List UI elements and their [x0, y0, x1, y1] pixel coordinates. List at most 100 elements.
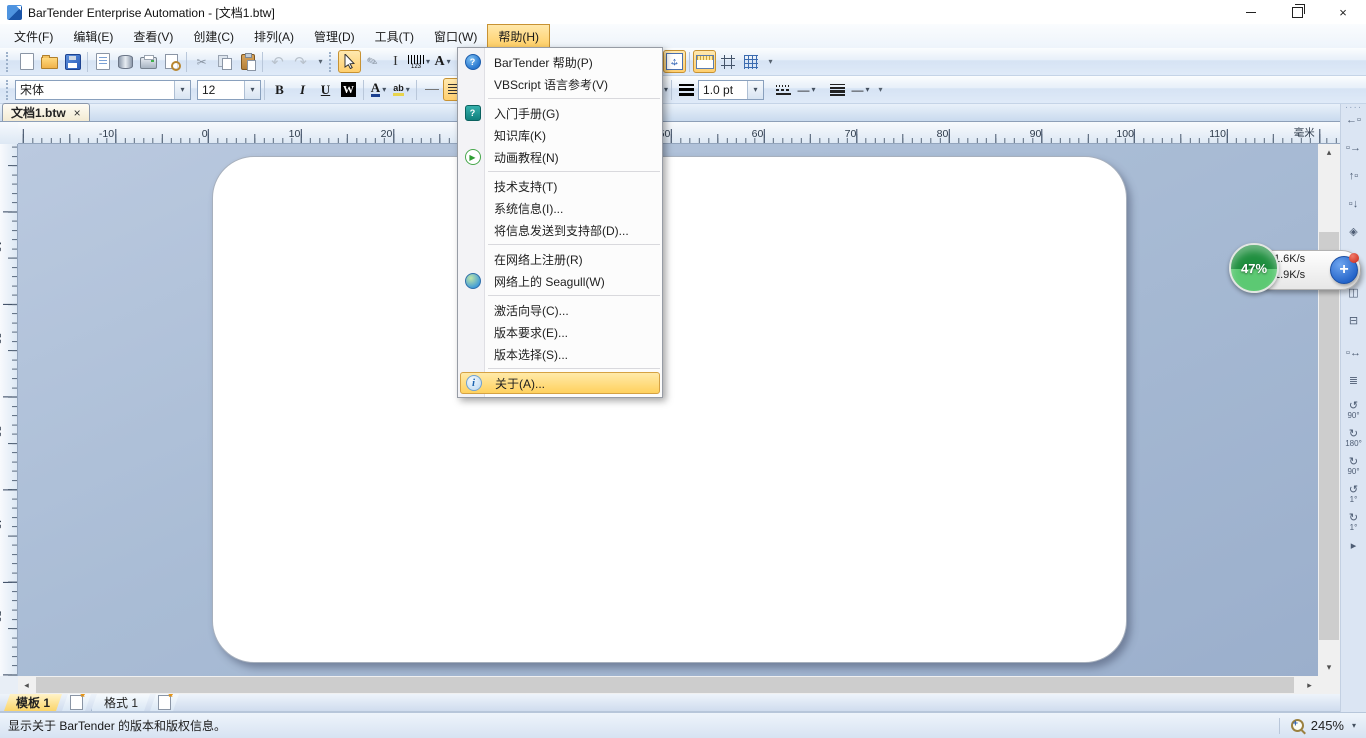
pan-zoom-button[interactable]: ↔↕	[663, 50, 686, 73]
new-template-button[interactable]	[62, 694, 91, 711]
create-text-button[interactable]: A▾	[431, 50, 454, 73]
dash-style-value-button[interactable]: —▾	[795, 78, 818, 101]
close-tab-icon[interactable]: ×	[74, 106, 81, 120]
help-system-information[interactable]: 系统信息(I)...	[460, 197, 660, 219]
save-button[interactable]	[61, 50, 84, 73]
toggle-grid-button[interactable]	[739, 50, 762, 73]
select-tool-button[interactable]	[338, 50, 361, 73]
dash-style-button[interactable]	[772, 78, 795, 101]
restore-button[interactable]	[1274, 0, 1320, 24]
align-right-button[interactable]: ▫→	[1342, 142, 1365, 154]
scroll-left-icon[interactable]: ◂	[18, 676, 35, 694]
inverse-button[interactable]: W	[337, 78, 360, 101]
new-document-button[interactable]	[15, 50, 38, 73]
toggle-crop-marks-button[interactable]	[716, 50, 739, 73]
memory-gauge[interactable]: 47%	[1229, 243, 1279, 293]
new-form-button[interactable]	[150, 694, 179, 711]
center-horizontal-button[interactable]: ◈	[1342, 226, 1365, 238]
horizontal-scroll-thumb[interactable]	[36, 677, 1294, 693]
align-left-button[interactable]: ←▫	[1342, 114, 1365, 126]
redo-button[interactable]: ↷	[289, 50, 312, 73]
design-canvas[interactable]	[18, 144, 1318, 676]
tab-document1[interactable]: 文档1.btw ×	[2, 103, 90, 121]
page-setup-button[interactable]	[91, 50, 114, 73]
toggle-rulers-button[interactable]	[693, 50, 716, 73]
print-button[interactable]	[137, 50, 160, 73]
paste-button[interactable]	[236, 50, 259, 73]
distribute-horizontal-button[interactable]: ▫↔	[1342, 347, 1365, 359]
help-send-info-to-support[interactable]: 将信息发送到支持部(D)...	[460, 219, 660, 241]
italic-button[interactable]: I	[291, 78, 314, 101]
help-register-online[interactable]: 在网络上注册(R)	[460, 248, 660, 270]
line-button[interactable]	[420, 78, 443, 101]
help-knowledge-base[interactable]: 知识库(K)	[460, 124, 660, 146]
toolbar-grip[interactable]	[6, 52, 11, 72]
vertical-scrollbar[interactable]: ▴ ▾	[1318, 144, 1340, 676]
rotate-90-cw-button[interactable]: ↻ 90°	[1342, 456, 1365, 476]
menu-view[interactable]: 查看(V)	[123, 24, 183, 48]
rotate-1-cw-button[interactable]: ↻ 1°	[1342, 512, 1365, 532]
help-bartender-help[interactable]: ? BarTender 帮助(P)	[460, 51, 660, 73]
font-color-button[interactable]: A▾	[367, 78, 390, 101]
help-activation-wizard[interactable]: 激活向导(C)...	[460, 299, 660, 321]
open-button[interactable]	[38, 50, 61, 73]
toolbar-overflow-button[interactable]: ▾	[874, 79, 887, 101]
help-seagull-on-web[interactable]: 网络上的 Seagull(W)	[460, 270, 660, 292]
line-weight-button[interactable]	[675, 78, 698, 101]
help-edition-requirements[interactable]: 版本要求(E)...	[460, 321, 660, 343]
help-edition-selection[interactable]: 版本选择(S)...	[460, 343, 660, 365]
close-button[interactable]: ×	[1320, 0, 1366, 24]
label-template[interactable]	[212, 156, 1127, 663]
line-pattern-button[interactable]	[826, 78, 849, 101]
rail-grip[interactable]: ····	[1342, 104, 1365, 112]
font-size-combo[interactable]: 12 ▾	[197, 80, 261, 100]
format-painter-button[interactable]: ✎	[361, 50, 384, 73]
create-barcode-button[interactable]: 123▾	[407, 50, 431, 73]
rotate-180-button[interactable]: ↻ 180°	[1342, 428, 1365, 448]
print-preview-button[interactable]	[160, 50, 183, 73]
highlight-color-button[interactable]: ab▾	[390, 78, 413, 101]
distribute-vertical-button[interactable]: ≣	[1342, 375, 1365, 387]
help-technical-support[interactable]: 技术支持(T)	[460, 175, 660, 197]
scroll-right-icon[interactable]: ▸	[1301, 676, 1318, 694]
toolbar-overflow-button[interactable]: ▾	[314, 51, 327, 73]
help-vbscript-reference[interactable]: VBScript 语言参考(V)	[460, 73, 660, 95]
menu-window[interactable]: 窗口(W)	[424, 24, 487, 48]
toolbar-grip[interactable]	[329, 52, 334, 72]
vertical-scroll-thumb[interactable]	[1319, 232, 1339, 640]
minimize-button[interactable]	[1228, 0, 1274, 24]
text-cursor-tool-button[interactable]: I	[384, 50, 407, 73]
rotate-90-ccw-button[interactable]: ↺ 90°	[1342, 400, 1365, 420]
help-getting-started[interactable]: ? 入门手册(G)	[460, 102, 660, 124]
undo-button[interactable]: ↶	[266, 50, 289, 73]
underline-button[interactable]: U	[314, 78, 337, 101]
help-animated-tutorials[interactable]: ▶ 动画教程(N)	[460, 146, 660, 168]
scroll-up-icon[interactable]: ▴	[1318, 144, 1340, 161]
tab-format-1[interactable]: 格式 1	[91, 694, 150, 711]
help-about[interactable]: i 关于(A)...	[460, 372, 660, 394]
align-bottom-button[interactable]: ▫↓	[1342, 198, 1365, 210]
cut-button[interactable]: ✂	[190, 50, 213, 73]
database-setup-button[interactable]	[114, 50, 137, 73]
expand-toolbar-button[interactable]: ▸	[1342, 540, 1365, 552]
menu-arrange[interactable]: 排列(A)	[244, 24, 304, 48]
menu-administer[interactable]: 管理(D)	[304, 24, 365, 48]
menu-file[interactable]: 文件(F)	[4, 24, 63, 48]
line-pattern-value-button[interactable]: —▾	[849, 78, 872, 101]
menu-create[interactable]: 创建(C)	[183, 24, 244, 48]
zoom-control[interactable]: 245% ▾	[1279, 718, 1356, 734]
font-name-combo[interactable]: 宋体 ▾	[15, 80, 191, 100]
toolbar-grip[interactable]	[6, 80, 11, 100]
rotate-1-ccw-button[interactable]: ↺ 1°	[1342, 484, 1365, 504]
tab-template-1[interactable]: 模板 1	[4, 694, 62, 711]
menu-tools[interactable]: 工具(T)	[365, 24, 424, 48]
center-in-template-v-button[interactable]: ⊟	[1342, 315, 1365, 327]
scroll-down-icon[interactable]: ▾	[1318, 659, 1340, 676]
copy-button[interactable]	[213, 50, 236, 73]
line-weight-combo[interactable]: 1.0 pt ▾	[698, 80, 764, 100]
toolbar-overflow-button[interactable]: ▾	[764, 51, 777, 73]
menu-edit[interactable]: 编辑(E)	[63, 24, 123, 48]
align-top-button[interactable]: ↑▫	[1342, 170, 1365, 182]
menu-help[interactable]: 帮助(H)	[487, 24, 550, 48]
horizontal-scrollbar[interactable]: ◂ ▸	[18, 676, 1318, 694]
